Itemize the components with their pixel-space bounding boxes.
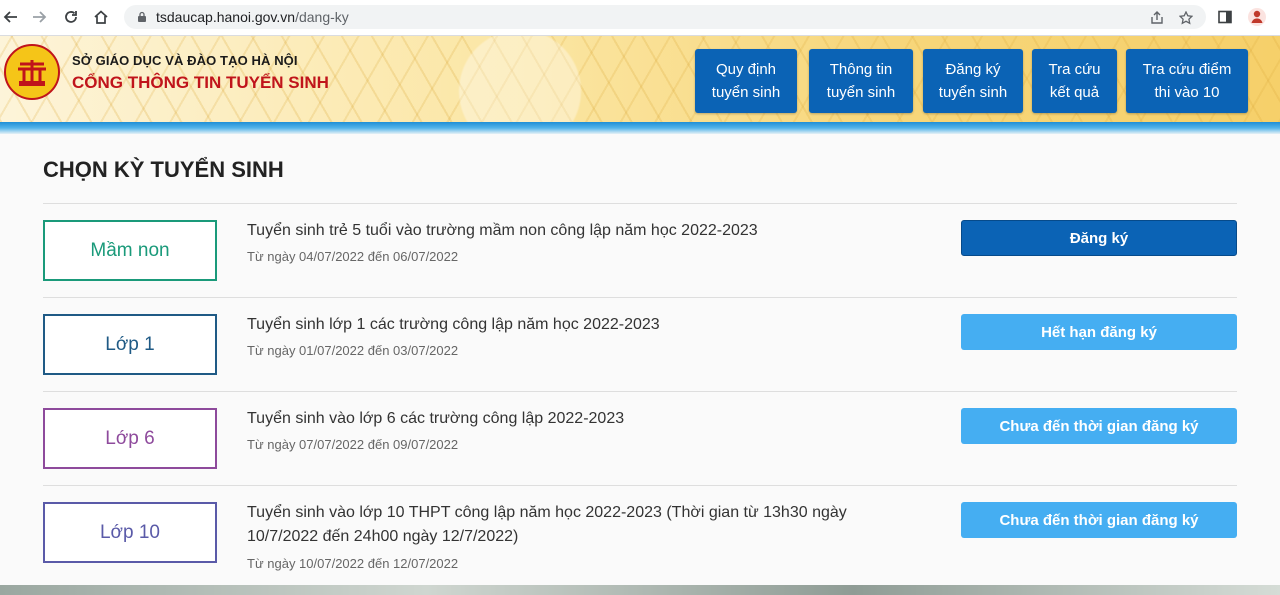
menu-dang-ky-tuyen-sinh[interactable]: Đăng ký tuyển sinh <box>923 49 1023 113</box>
divider <box>43 297 1237 298</box>
level-box-lop-6[interactable]: Lớp 6 <box>43 408 217 469</box>
reload-icon[interactable] <box>60 6 82 28</box>
profile-avatar-icon[interactable] <box>1246 6 1268 28</box>
url-text: tsdaucap.hanoi.gov.vn/dang-ky <box>156 9 349 25</box>
row-title: Tuyển sinh vào lớp 10 THPT công lập năm … <box>247 504 847 545</box>
level-box-lop-1[interactable]: Lớp 1 <box>43 314 217 375</box>
row-date: Từ ngày 01/07/2022 đến 03/07/2022 <box>247 343 459 358</box>
row-title: Tuyển sinh vào lớp 6 các trường công lập… <box>247 410 625 427</box>
divider <box>43 203 1237 204</box>
side-panel-icon[interactable] <box>1214 6 1236 28</box>
share-icon[interactable] <box>1148 9 1166 27</box>
not-yet-open-button[interactable]: Chưa đến thời gian đăng ký <box>961 408 1237 444</box>
header-stripe <box>0 122 1280 134</box>
portal-name[interactable]: CỔNG THÔNG TIN TUYỂN SINH <box>72 73 329 93</box>
org-name: SỞ GIÁO DỤC VÀ ĐÀO TẠO HÀ NỘI <box>72 53 298 68</box>
row-title: Tuyển sinh lớp 1 các trường công lập năm… <box>247 316 660 333</box>
browser-toolbar: tsdaucap.hanoi.gov.vn/dang-ky <box>0 0 1280 36</box>
divider <box>43 391 1237 392</box>
row-title: Tuyển sinh trẻ 5 tuổi vào trường mầm non… <box>247 222 758 239</box>
home-icon[interactable] <box>90 6 112 28</box>
site-info-icon[interactable] <box>134 9 150 25</box>
page-title: CHỌN KỲ TUYỂN SINH <box>43 157 284 182</box>
row-date: Từ ngày 07/07/2022 đến 09/07/2022 <box>247 437 459 452</box>
address-bar[interactable]: tsdaucap.hanoi.gov.vn/dang-ky <box>124 5 1206 29</box>
footer-background <box>0 585 1280 595</box>
not-yet-open-button[interactable]: Chưa đến thời gian đăng ký <box>961 502 1237 538</box>
level-box-lop-10[interactable]: Lớp 10 <box>43 502 217 563</box>
hanoi-logo-icon[interactable] <box>4 44 60 100</box>
register-button[interactable]: Đăng ký <box>961 220 1237 256</box>
menu-tra-cuu-diem-thi-vao-10[interactable]: Tra cứu điểm thi vào 10 <box>1126 49 1248 113</box>
row-date: Từ ngày 04/07/2022 đến 06/07/2022 <box>247 249 459 264</box>
menu-quy-dinh-tuyen-sinh[interactable]: Quy định tuyển sinh <box>695 49 797 113</box>
back-arrow-icon[interactable] <box>0 6 22 28</box>
divider <box>43 485 1237 486</box>
expired-button[interactable]: Hết hạn đăng ký <box>961 314 1237 350</box>
forward-arrow-icon[interactable] <box>28 6 50 28</box>
bookmark-star-icon[interactable] <box>1177 9 1195 27</box>
menu-thong-tin-tuyen-sinh[interactable]: Thông tin tuyển sinh <box>809 49 913 113</box>
row-date: Từ ngày 10/07/2022 đến 12/07/2022 <box>247 556 459 571</box>
level-box-mam-non[interactable]: Mầm non <box>43 220 217 281</box>
menu-tra-cuu-ket-qua[interactable]: Tra cứu kết quả <box>1032 49 1117 113</box>
